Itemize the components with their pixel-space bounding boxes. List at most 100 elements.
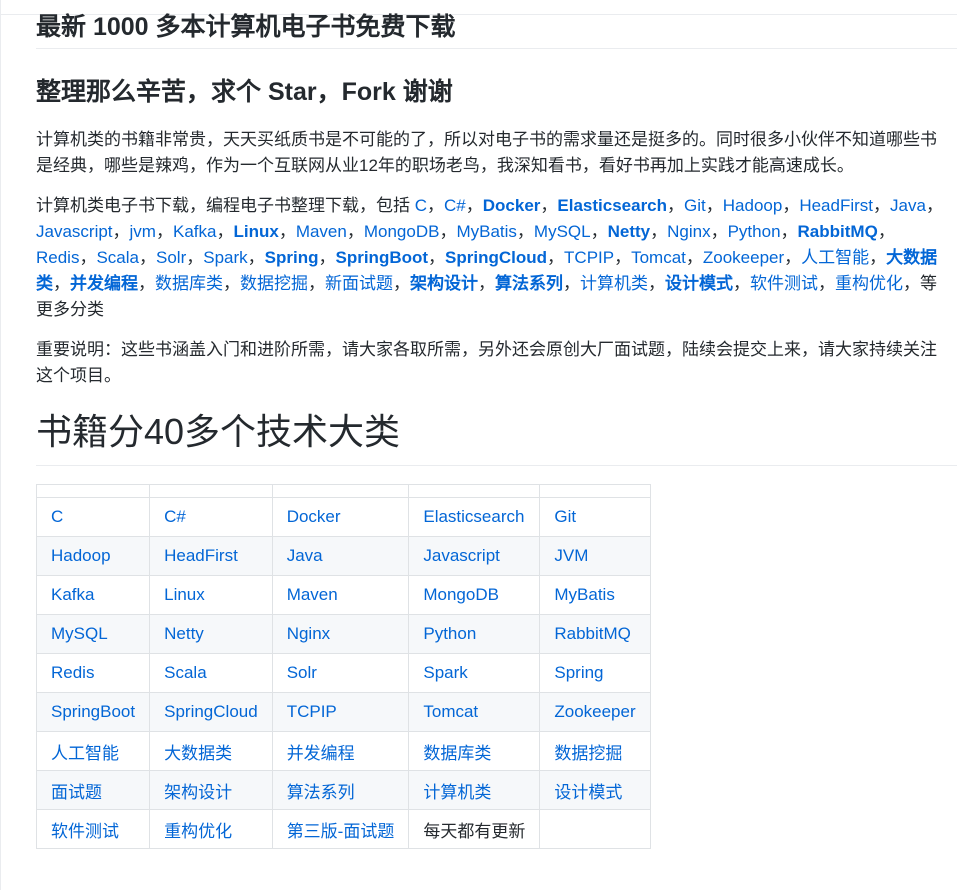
category-link[interactable]: TCPIP: [564, 248, 614, 267]
category-cell-link[interactable]: 计算机类: [423, 783, 491, 802]
category-cell-link[interactable]: JVM: [554, 546, 588, 565]
category-cell-link[interactable]: Zookeeper: [554, 702, 635, 721]
category-cell-link[interactable]: Spring: [554, 663, 603, 682]
table-row: 人工智能 大数据类 并发编程 数据库类 数据挖掘: [35, 731, 651, 771]
table-cell: Spring: [539, 653, 651, 693]
category-link[interactable]: Maven: [296, 222, 347, 241]
table-row: MySQL Netty Nginx Python RabbitMQ: [35, 614, 651, 654]
category-cell-link[interactable]: 面试题: [51, 783, 102, 802]
category-cell-link[interactable]: RabbitMQ: [554, 624, 631, 643]
category-cell-link[interactable]: Javascript: [423, 546, 500, 565]
category-cell-link[interactable]: Elasticsearch: [423, 507, 524, 526]
category-cell-link[interactable]: MyBatis: [554, 585, 614, 604]
category-link[interactable]: RabbitMQ: [798, 222, 878, 241]
category-link[interactable]: Hadoop: [723, 196, 783, 215]
category-cell-link[interactable]: C: [51, 507, 63, 526]
category-link[interactable]: MongoDB: [364, 222, 440, 241]
category-cell-link[interactable]: 第三版-面试题: [287, 822, 395, 841]
category-cell-link[interactable]: Linux: [164, 585, 205, 604]
table-row: Kafka Linux Maven MongoDB MyBatis: [35, 575, 651, 615]
category-link[interactable]: Elasticsearch: [557, 196, 667, 215]
category-link[interactable]: 数据库类: [155, 274, 223, 293]
category-cell-link[interactable]: TCPIP: [287, 702, 337, 721]
category-link[interactable]: Javascript: [36, 222, 113, 241]
category-cell-link[interactable]: Redis: [51, 663, 94, 682]
category-cell-link[interactable]: 软件测试: [51, 822, 119, 841]
category-link[interactable]: Spring: [265, 248, 319, 267]
category-cell-link[interactable]: Maven: [287, 585, 338, 604]
category-link[interactable]: 架构设计: [410, 274, 478, 293]
category-link[interactable]: 人工智能: [801, 248, 869, 267]
category-cell-link[interactable]: 架构设计: [164, 783, 232, 802]
category-link[interactable]: 数据挖掘: [240, 274, 308, 293]
table-cell: 面试题: [35, 770, 151, 810]
category-cell-link[interactable]: 并发编程: [287, 744, 355, 763]
table-cell: Maven: [271, 575, 410, 615]
category-cell-link[interactable]: 大数据类: [164, 744, 232, 763]
category-link[interactable]: C#: [444, 196, 466, 215]
category-link[interactable]: 并发编程: [70, 274, 138, 293]
category-cell-link[interactable]: Solr: [287, 663, 317, 682]
category-link[interactable]: Netty: [608, 222, 651, 241]
category-link[interactable]: Kafka: [173, 222, 216, 241]
category-cell-link[interactable]: Python: [423, 624, 476, 643]
category-link[interactable]: SpringBoot: [336, 248, 429, 267]
category-link[interactable]: 新面试题: [325, 274, 393, 293]
category-link[interactable]: jvm: [130, 222, 156, 241]
category-link[interactable]: Tomcat: [631, 248, 686, 267]
category-link[interactable]: Redis: [36, 248, 79, 267]
category-link[interactable]: MyBatis: [456, 222, 516, 241]
category-cell-link[interactable]: Hadoop: [51, 546, 111, 565]
cell-text: 每天都有更新: [423, 821, 526, 841]
category-cell-link[interactable]: Spark: [423, 663, 467, 682]
category-link[interactable]: Linux: [233, 222, 278, 241]
category-link[interactable]: 软件测试: [750, 274, 818, 293]
category-cell-link[interactable]: Java: [287, 546, 323, 565]
category-cell-link[interactable]: Kafka: [51, 585, 94, 604]
category-cell-link[interactable]: MySQL: [51, 624, 108, 643]
category-cell-link[interactable]: Netty: [164, 624, 204, 643]
category-link[interactable]: 算法系列: [495, 274, 563, 293]
category-cell-link[interactable]: SpringCloud: [164, 702, 258, 721]
category-cell-link[interactable]: 人工智能: [51, 744, 119, 763]
category-cell-link[interactable]: Nginx: [287, 624, 330, 643]
category-link[interactable]: SpringCloud: [445, 248, 547, 267]
category-cell-link[interactable]: Tomcat: [423, 702, 478, 721]
category-link[interactable]: Git: [684, 196, 706, 215]
table-cell: Solr: [271, 653, 410, 693]
table-cell: 并发编程: [271, 731, 410, 771]
category-link[interactable]: Scala: [96, 248, 139, 267]
category-link[interactable]: 重构优化: [835, 274, 903, 293]
category-link[interactable]: HeadFirst: [799, 196, 873, 215]
heading-main: 最新 1000 多本计算机电子书免费下载: [36, 10, 957, 49]
category-cell-link[interactable]: HeadFirst: [164, 546, 238, 565]
category-link[interactable]: 设计模式: [665, 274, 733, 293]
category-cell-link[interactable]: 数据库类: [423, 744, 491, 763]
table-cell: Linux: [149, 575, 273, 615]
table-header-cell: [271, 484, 410, 498]
category-cell-link[interactable]: 重构优化: [164, 822, 232, 841]
table-cell: TCPIP: [271, 692, 410, 732]
left-border: [0, 0, 1, 890]
category-link[interactable]: C: [415, 196, 427, 215]
category-link[interactable]: Zookeeper: [703, 248, 784, 267]
category-cell-link[interactable]: Git: [554, 507, 576, 526]
category-link[interactable]: Docker: [483, 196, 541, 215]
category-link[interactable]: MySQL: [534, 222, 591, 241]
category-cell-link[interactable]: Docker: [287, 507, 341, 526]
table-cell: 设计模式: [539, 770, 651, 810]
category-link[interactable]: Python: [728, 222, 781, 241]
category-cell-link[interactable]: Scala: [164, 663, 207, 682]
category-cell-link[interactable]: SpringBoot: [51, 702, 135, 721]
category-link[interactable]: 计算机类: [580, 274, 648, 293]
category-link[interactable]: Spark: [203, 248, 247, 267]
category-cell-link[interactable]: MongoDB: [423, 585, 499, 604]
category-cell-link[interactable]: 数据挖掘: [554, 744, 622, 763]
category-link[interactable]: Solr: [156, 248, 186, 267]
category-link[interactable]: Java: [890, 196, 926, 215]
table-cell: Redis: [35, 653, 151, 693]
category-cell-link[interactable]: 设计模式: [554, 783, 622, 802]
category-cell-link[interactable]: C#: [164, 507, 186, 526]
category-link[interactable]: Nginx: [667, 222, 710, 241]
category-cell-link[interactable]: 算法系列: [287, 783, 355, 802]
